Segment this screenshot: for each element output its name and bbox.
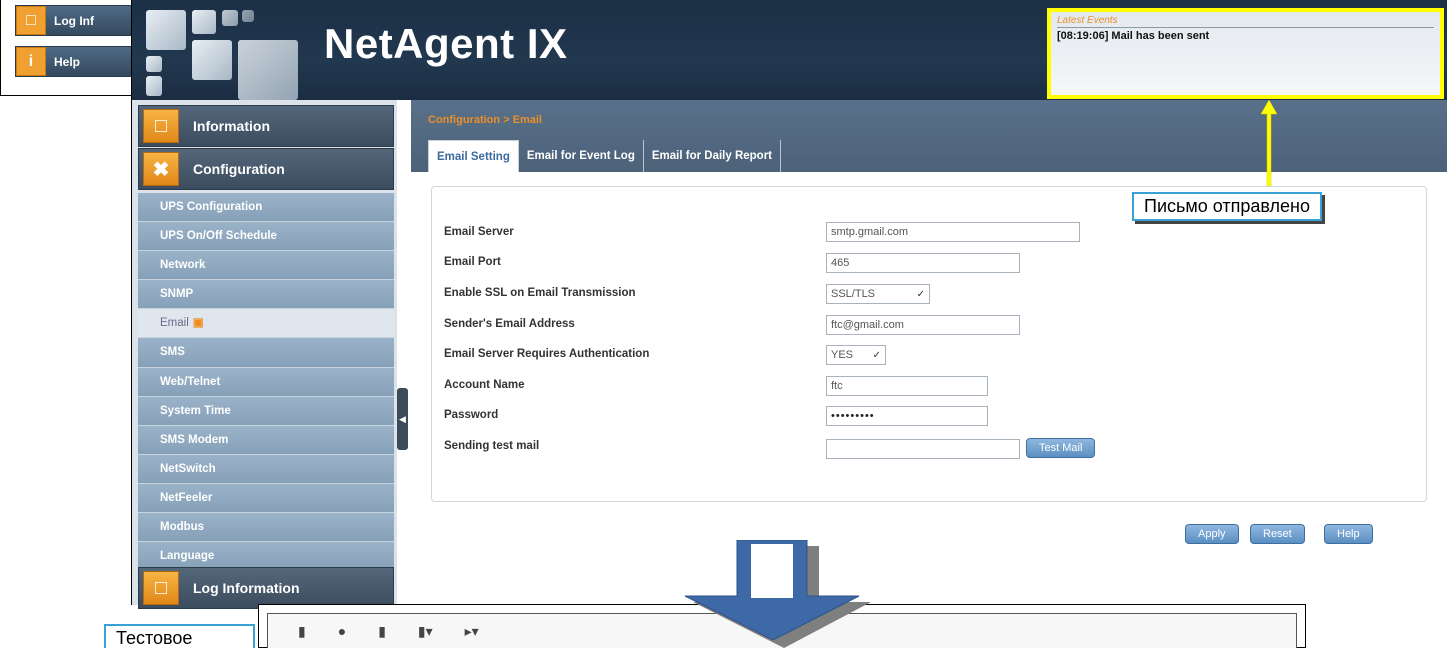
tab-email-setting[interactable]: Email Setting bbox=[428, 140, 519, 172]
sidebar-item-sms[interactable]: SMS bbox=[138, 338, 394, 368]
section-label: Configuration bbox=[193, 161, 285, 177]
account-label: Account Name bbox=[444, 379, 525, 391]
email-port-label: Email Port bbox=[444, 256, 501, 268]
sidebar-section-information[interactable]: □ Information bbox=[138, 105, 394, 147]
reset-button[interactable]: Reset bbox=[1250, 524, 1305, 544]
email-server-label: Email Server bbox=[444, 226, 514, 238]
email-port-input[interactable] bbox=[826, 253, 1020, 273]
bg-menu-label: Help bbox=[54, 54, 81, 69]
toolbar-icon: ▸▾ bbox=[464, 622, 479, 639]
tools-icon: ✖ bbox=[143, 152, 179, 186]
test-mail-button[interactable]: Test Mail bbox=[1026, 438, 1096, 458]
monitor-icon: □ bbox=[143, 109, 179, 143]
chevron-down-icon: ✓ bbox=[916, 288, 925, 300]
help-button[interactable]: Help bbox=[1324, 524, 1373, 544]
plus-icon: ▣ bbox=[192, 317, 204, 330]
content-header: Configuration > Email Email Setting Emai… bbox=[411, 100, 1447, 172]
sidebar-item-snmp[interactable]: SNMP bbox=[138, 280, 394, 310]
sidebar-item-modbus[interactable]: Modbus bbox=[138, 513, 394, 543]
section-label: Information bbox=[193, 118, 270, 134]
tab-bar: Email Setting Email for Event Log Email … bbox=[428, 140, 781, 172]
ssl-label: Enable SSL on Email Transmission bbox=[444, 287, 636, 299]
toolbar-icon: ● bbox=[337, 623, 347, 639]
sidebar-section-configuration[interactable]: ✖ Configuration bbox=[138, 148, 394, 190]
apply-button[interactable]: Apply bbox=[1185, 524, 1239, 544]
events-title: Latest Events bbox=[1057, 15, 1434, 28]
section-label: Log Information bbox=[193, 580, 300, 596]
sidebar-item-netfeeler[interactable]: NetFeeler bbox=[138, 483, 394, 514]
sidebar-section-log-information[interactable]: □ Log Information bbox=[138, 567, 394, 609]
breadcrumb: Configuration > Email bbox=[428, 114, 542, 126]
sidebar-item-ups-onoff-schedule[interactable]: UPS On/Off Schedule bbox=[138, 222, 394, 252]
sender-email-input[interactable] bbox=[826, 315, 1020, 335]
sidebar-item-netswitch[interactable]: NetSwitch bbox=[138, 454, 394, 484]
auth-select-value: YES bbox=[831, 349, 854, 361]
ssl-select-value: SSL/TLS bbox=[831, 288, 876, 300]
latest-events-panel: Latest Events [08:19:06] Mail has been s… bbox=[1047, 8, 1444, 99]
sidebar-item-label: Email bbox=[160, 317, 189, 330]
callout-test-mail: Тестовое bbox=[104, 624, 255, 648]
ssl-select[interactable]: SSL/TLS ✓ bbox=[826, 284, 930, 304]
auth-label: Email Server Requires Authentication bbox=[444, 348, 650, 360]
sidebar-collapse-handle[interactable]: ◀ bbox=[397, 388, 408, 450]
tab-email-for-event-log[interactable]: Email for Event Log bbox=[519, 140, 644, 172]
down-arrow-icon bbox=[684, 540, 871, 648]
callout-mail-sent: Письмо отправлено bbox=[1132, 192, 1322, 221]
sender-label: Sender's Email Address bbox=[444, 318, 575, 330]
sidebar-item-web-telnet[interactable]: Web/Telnet bbox=[138, 367, 394, 397]
password-input[interactable] bbox=[826, 406, 988, 426]
sidebar: □ Information ✖ Configuration UPS Config… bbox=[132, 100, 397, 609]
folder-icon: □ bbox=[16, 6, 46, 35]
email-settings-form: Email Server Email Port Enable SSL on Em… bbox=[431, 186, 1427, 502]
toolbar-icon: ▮ bbox=[378, 622, 386, 639]
form-row-auth: Email Server Requires Authentication bbox=[444, 341, 1404, 367]
toolbar-icon: ▮ bbox=[298, 622, 306, 639]
account-name-input[interactable] bbox=[826, 376, 988, 396]
auth-select[interactable]: YES ✓ bbox=[826, 345, 886, 365]
header: NetAgent IX Latest Events [08:19:06] Mai… bbox=[132, 0, 1447, 100]
tab-email-for-daily-report[interactable]: Email for Daily Report bbox=[644, 140, 781, 172]
toolbar-icon: ▮▾ bbox=[417, 622, 433, 639]
email-server-input[interactable] bbox=[826, 222, 1080, 242]
yellow-arrow-icon bbox=[1260, 100, 1278, 186]
test-mail-input[interactable] bbox=[826, 439, 1020, 459]
info-icon: i bbox=[16, 47, 46, 76]
event-entry: [08:19:06] Mail has been sent bbox=[1057, 30, 1210, 42]
main-content: Configuration > Email Email Setting Emai… bbox=[411, 100, 1447, 605]
netagent-window: NetAgent IX Latest Events [08:19:06] Mai… bbox=[131, 0, 1447, 609]
sidebar-item-sms-modem[interactable]: SMS Modem bbox=[138, 425, 394, 455]
app-title: NetAgent IX bbox=[324, 20, 568, 67]
chevron-down-icon: ✓ bbox=[872, 349, 881, 361]
folder-icon: □ bbox=[143, 571, 179, 605]
test-mail-label: Sending test mail bbox=[444, 440, 540, 452]
configuration-submenu: UPS Configuration UPS On/Off Schedule Ne… bbox=[138, 193, 394, 572]
sidebar-item-system-time[interactable]: System Time bbox=[138, 396, 394, 426]
sidebar-item-ups-configuration[interactable]: UPS Configuration bbox=[138, 193, 394, 223]
password-label: Password bbox=[444, 409, 499, 421]
logo-icon bbox=[146, 10, 306, 100]
sidebar-item-email[interactable]: Email ▣ bbox=[138, 309, 394, 339]
bg-menu-label: Log Inf bbox=[54, 13, 94, 28]
sidebar-item-network[interactable]: Network bbox=[138, 251, 394, 281]
